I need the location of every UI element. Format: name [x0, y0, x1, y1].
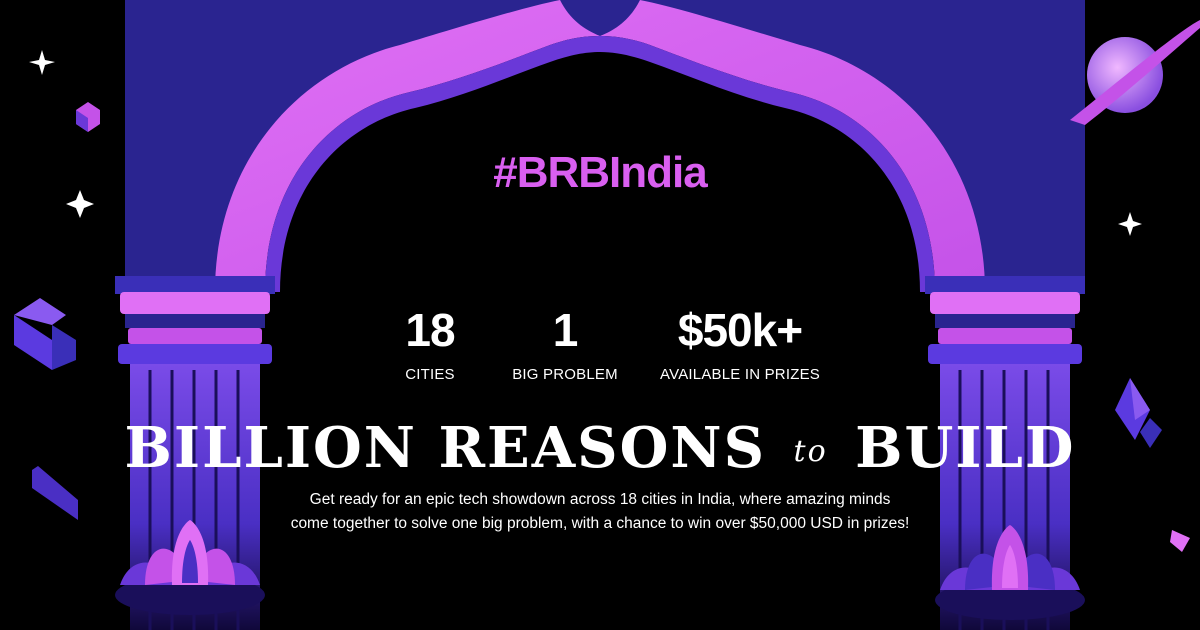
stat-value: 1	[552, 304, 579, 356]
hashtag-title: #BRBIndia	[493, 148, 707, 197]
headline-part-1: BILLION REASONS	[124, 415, 767, 481]
headline-connector: to	[793, 434, 828, 470]
stat-value: $50k+	[677, 304, 803, 356]
stat-label: CITIES	[405, 366, 455, 383]
headline: BILLION REASONS to BUILD	[0, 416, 1200, 484]
planet-icon	[1070, 20, 1200, 125]
stat-cities: 18 CITIES	[380, 300, 480, 383]
hero-banner: #BRBIndia 18 CITIES 1 BIG PROBLEM $50k+ …	[0, 0, 1200, 630]
stat-value: 18	[405, 304, 455, 356]
stat-label: AVAILABLE IN PRIZES	[660, 366, 820, 383]
stat-big-problem: 1 BIG PROBLEM	[500, 300, 630, 383]
stat-label: BIG PROBLEM	[512, 366, 618, 383]
description: Get ready for an epic tech showdown acro…	[290, 491, 910, 532]
headline-part-2: BUILD	[855, 415, 1076, 481]
stat-prizes: $50k+ AVAILABLE IN PRIZES	[650, 300, 830, 383]
